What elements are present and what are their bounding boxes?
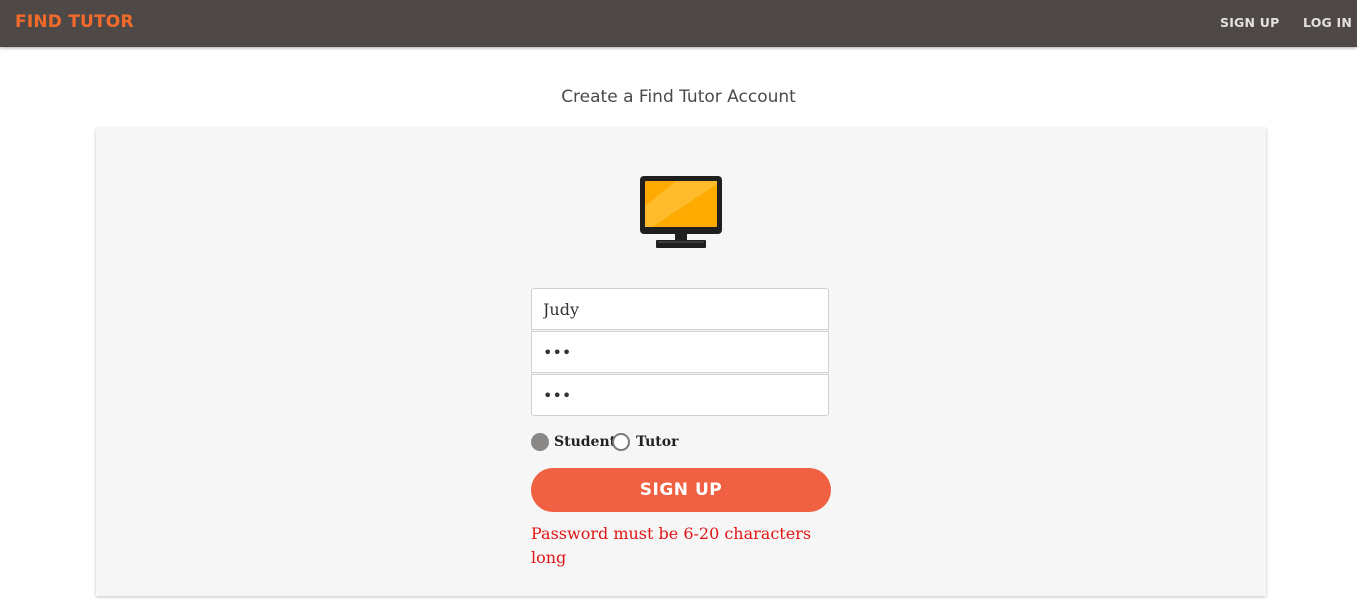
monitor-base-highlight bbox=[658, 241, 704, 243]
monitor-neck bbox=[675, 234, 687, 240]
monitor-icon bbox=[640, 176, 722, 248]
top-navbar: FIND TUTOR SIGN UP LOG IN bbox=[0, 0, 1357, 47]
confirm-password-input[interactable] bbox=[531, 374, 829, 416]
brand-logo[interactable]: FIND TUTOR bbox=[15, 12, 134, 32]
tutor-radio-label[interactable]: Tutor bbox=[636, 433, 679, 451]
student-radio-label[interactable]: Student bbox=[554, 433, 616, 451]
signup-card: Student Tutor SIGN UP Password must be 6… bbox=[96, 128, 1266, 596]
password-input[interactable] bbox=[531, 331, 829, 373]
page-title: Create a Find Tutor Account bbox=[561, 87, 796, 107]
tutor-radio[interactable] bbox=[612, 433, 630, 451]
signup-button[interactable]: SIGN UP bbox=[531, 468, 831, 512]
nav-login-link[interactable]: LOG IN bbox=[1303, 15, 1352, 30]
username-input[interactable] bbox=[531, 288, 829, 330]
nav-signup-link[interactable]: SIGN UP bbox=[1220, 15, 1279, 30]
student-radio[interactable] bbox=[531, 433, 549, 451]
password-error-message: Password must be 6-20 characters long bbox=[531, 524, 812, 567]
